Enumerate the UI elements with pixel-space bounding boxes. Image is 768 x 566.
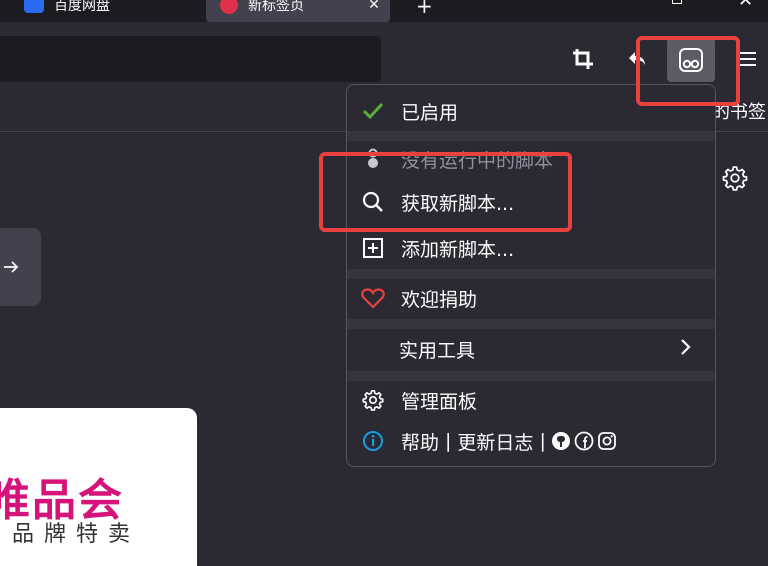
other-bookmarks-label[interactable]: 的书签 [712, 98, 766, 124]
tampermonkey-icon[interactable] [667, 38, 715, 82]
window-close-icon[interactable]: ✕ [738, 0, 753, 11]
separator-text: | [539, 430, 546, 452]
checkmark-icon [361, 99, 385, 123]
add-new-script-label: 添加新脚本... [401, 238, 515, 261]
new-tab-plus-icon[interactable]: + [416, 0, 433, 18]
tab-new-tab[interactable]: 新标签页 ✕ [206, 0, 390, 22]
undo-icon[interactable] [620, 42, 654, 76]
crop-icon[interactable] [566, 42, 600, 76]
no-running-scripts-label: 没有运行中的脚本 [401, 149, 554, 172]
info-icon [361, 429, 385, 453]
close-tab-icon[interactable]: ✕ [364, 0, 384, 13]
heart-icon [361, 286, 385, 310]
firefox-newtab-icon [220, 0, 238, 14]
hamburger-menu-icon[interactable] [734, 42, 762, 76]
tab-baidu-netdisk[interactable]: 百度网盘 [24, 0, 204, 22]
window-restore-icon[interactable] [672, 0, 682, 4]
github-icon[interactable] [551, 431, 571, 451]
help-row: 帮助 | 更新日志 | [347, 422, 715, 460]
tab-title: 新标签页 [248, 0, 304, 14]
navigation-toolbar [0, 22, 768, 88]
facebook-icon[interactable] [574, 431, 594, 451]
baidu-netdisk-icon [24, 0, 44, 13]
shortcut-tile-vip[interactable]: 唯品会 品牌特卖 [0, 408, 197, 566]
plus-square-icon [361, 236, 385, 260]
separator [347, 131, 715, 141]
instagram-icon[interactable] [597, 431, 617, 451]
help-link[interactable]: 帮助 [401, 428, 439, 455]
add-new-script[interactable]: 添加新脚本... [347, 228, 715, 268]
gear-icon [361, 388, 385, 412]
shortcut-arrow-card[interactable] [0, 228, 41, 306]
chevron-right-icon [679, 338, 691, 361]
tab-strip: 百度网盘 新标签页 ✕ + ✕ [0, 0, 768, 22]
donate-label: 欢迎捐助 [401, 288, 478, 311]
utilities-submenu[interactable]: 实用工具 [347, 328, 715, 370]
no-running-scripts: 没有运行中的脚本 [347, 141, 715, 177]
enabled-label: 已启用 [401, 101, 459, 124]
tab-title: 百度网盘 [54, 0, 110, 14]
dashboard-label: 管理面板 [401, 390, 478, 413]
utilities-label: 实用工具 [399, 339, 476, 362]
donate-item[interactable]: 欢迎捐助 [347, 277, 715, 319]
dashboard-item[interactable]: 管理面板 [347, 380, 715, 420]
address-bar[interactable] [0, 36, 381, 82]
search-icon [361, 190, 385, 214]
separator-text: | [445, 430, 452, 452]
gear-icon[interactable] [722, 165, 748, 191]
get-new-scripts[interactable]: 获取新脚本... [347, 182, 715, 222]
vip-subtitle: 品牌特卖 [12, 522, 141, 547]
script-icon [361, 147, 385, 171]
get-new-scripts-label: 获取新脚本... [401, 192, 515, 215]
tampermonkey-popup: 已启用 没有运行中的脚本 获取新脚本... 添加新脚本... 欢迎捐助 实用工具 [346, 84, 716, 467]
changelog-link[interactable]: 更新日志 [457, 428, 533, 455]
enabled-toggle[interactable]: 已启用 [347, 91, 715, 131]
arrow-right-icon [4, 261, 19, 273]
